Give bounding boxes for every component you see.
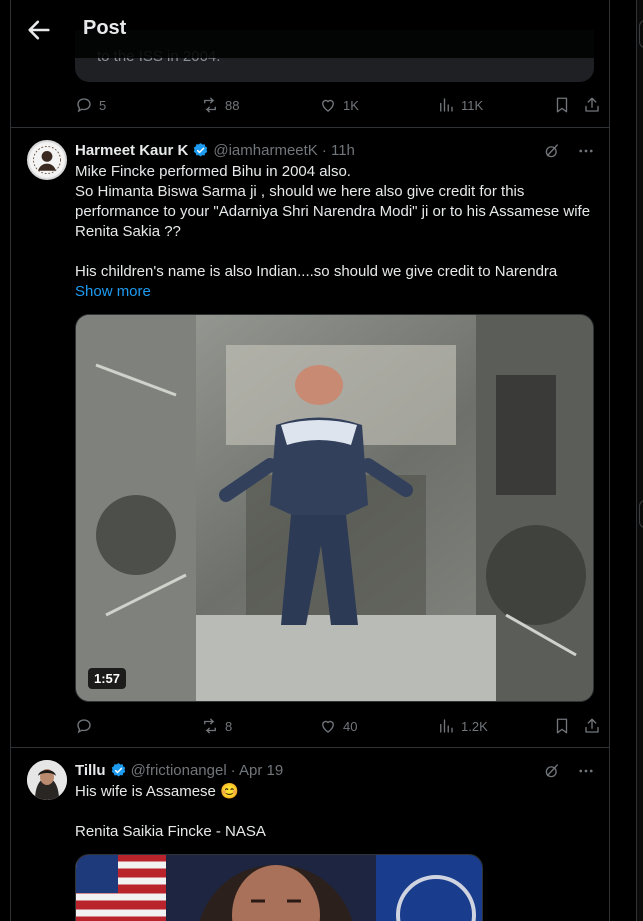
scroll-handle[interactable] bbox=[639, 500, 643, 528]
reply-button[interactable] bbox=[75, 715, 99, 737]
post-photo bbox=[76, 855, 482, 921]
reply-count: 5 bbox=[99, 97, 107, 113]
avatar-image bbox=[27, 760, 67, 800]
post-top-icons bbox=[543, 762, 595, 780]
reply-icon bbox=[77, 719, 91, 734]
avatar[interactable] bbox=[27, 140, 67, 180]
views-icon bbox=[440, 98, 453, 112]
bookmark-button[interactable] bbox=[553, 715, 571, 737]
views-count: 11K bbox=[461, 97, 484, 113]
repost-count: 88 bbox=[225, 97, 240, 113]
like-button[interactable]: 1K bbox=[319, 94, 359, 116]
scroll-handle[interactable] bbox=[639, 20, 643, 48]
author-row: Harmeet Kaur K @iamharmeetK · 11h bbox=[75, 140, 355, 160]
avatar-image bbox=[30, 143, 64, 177]
repost-button[interactable]: 8 bbox=[201, 715, 232, 737]
back-arrow-icon bbox=[28, 20, 50, 40]
top-header: Post bbox=[11, 0, 609, 58]
reply-icon bbox=[77, 98, 91, 113]
author-handle[interactable]: @frictionangel bbox=[131, 762, 227, 779]
timeline-column: to the ISS in 2004. Post 5 88 1K 11K bbox=[10, 0, 610, 921]
author-name[interactable]: Harmeet Kaur K bbox=[75, 142, 188, 159]
bookmark-icon bbox=[556, 718, 568, 734]
repost-button[interactable]: 88 bbox=[201, 94, 239, 116]
views-button[interactable]: 11K bbox=[437, 94, 483, 116]
author-name[interactable]: Tillu bbox=[75, 762, 106, 779]
reply-button[interactable]: 5 bbox=[75, 94, 106, 116]
divider bbox=[11, 127, 609, 128]
share-button[interactable] bbox=[583, 715, 601, 737]
share-icon bbox=[585, 718, 599, 733]
grok-icon[interactable] bbox=[543, 142, 561, 160]
repost-count: 8 bbox=[225, 718, 233, 734]
post-text-line: His wife is Assamese 😊 bbox=[75, 783, 239, 800]
like-button[interactable]: 40 bbox=[319, 715, 357, 737]
views-count: 1.2K bbox=[461, 718, 488, 734]
views-button[interactable]: 1.2K bbox=[437, 715, 488, 737]
grok-icon[interactable] bbox=[543, 762, 561, 780]
bookmark-icon bbox=[556, 97, 568, 113]
post-action-bar: 8 40 1.2K bbox=[75, 715, 605, 737]
repost-icon bbox=[204, 718, 216, 734]
author-row: Tillu @frictionangel · Apr 19 bbox=[75, 760, 283, 780]
more-options-icon[interactable] bbox=[577, 762, 595, 780]
show-more-link[interactable]: Show more bbox=[75, 283, 151, 300]
views-icon bbox=[440, 719, 453, 733]
share-button[interactable] bbox=[583, 94, 601, 116]
like-count: 1K bbox=[343, 97, 359, 113]
more-options-icon[interactable] bbox=[577, 142, 595, 160]
like-count: 40 bbox=[343, 718, 358, 734]
heart-icon bbox=[322, 99, 334, 112]
video-thumbnail bbox=[76, 315, 593, 701]
avatar[interactable] bbox=[27, 760, 67, 800]
video-player[interactable]: 1:57 bbox=[75, 314, 594, 702]
post-image[interactable] bbox=[75, 854, 483, 921]
post-text: Mike Fincke performed Bihu in 2004 also.… bbox=[75, 163, 591, 280]
post-time[interactable]: · 11h bbox=[322, 142, 355, 159]
author-handle[interactable]: @iamharmeetK bbox=[213, 142, 317, 159]
repost-icon bbox=[204, 97, 216, 113]
verified-badge-icon bbox=[194, 142, 208, 157]
scrollbar-edge[interactable] bbox=[636, 0, 643, 921]
video-duration-badge: 1:57 bbox=[88, 668, 127, 689]
verified-badge-icon bbox=[111, 762, 125, 777]
post-text-line: Renita Saikia Fincke - NASA bbox=[75, 823, 266, 840]
share-icon bbox=[585, 97, 599, 112]
heart-icon bbox=[322, 720, 334, 733]
bookmark-button[interactable] bbox=[553, 94, 571, 116]
divider bbox=[11, 747, 609, 748]
post-time[interactable]: · Apr 19 bbox=[231, 762, 284, 779]
page-title: Post bbox=[83, 17, 127, 39]
back-button[interactable] bbox=[25, 16, 53, 44]
post-top-icons bbox=[543, 142, 595, 160]
post-action-bar: 5 88 1K 11K bbox=[75, 94, 605, 116]
